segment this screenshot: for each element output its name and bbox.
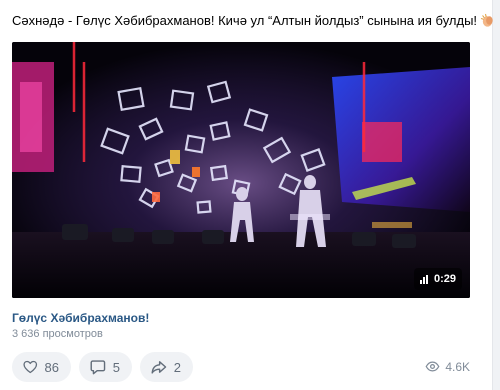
comment-icon [90,360,106,375]
heart-icon [23,360,38,374]
post-views-count: 4.6K [445,359,470,374]
share-arrow-icon [151,361,167,374]
clapping-hands-icon [480,13,493,27]
video-views-count: 3 636 просмотров [12,328,103,340]
video-duration-badge: 0:29 [413,268,462,290]
sound-wave-icon [419,274,428,284]
page-scroll-edge [492,0,500,390]
post-views: 4.6K [425,359,470,374]
eye-icon [425,361,440,372]
shares-count: 2 [173,359,181,375]
post-text: Сәхнәдә - Гөлүс Хәбибрахманов! Кичә ул “… [12,13,478,28]
share-button[interactable]: 2 [140,352,193,382]
concert-stage-thumbnail [12,42,470,298]
video-duration: 0:29 [433,273,456,285]
comment-button[interactable]: 5 [79,352,132,382]
video-player[interactable]: 0:29 [12,42,470,298]
post-text-line: Сәхнәдә - Гөлүс Хәбибрахманов! Кичә ул “… [12,12,493,30]
likes-count: 86 [44,359,59,375]
video-title-link[interactable]: Гөлүс Хәбибрахманов! [12,311,149,325]
comments-count: 5 [112,359,120,375]
post-actions: 86 5 2 [12,352,193,382]
like-button[interactable]: 86 [12,352,71,382]
